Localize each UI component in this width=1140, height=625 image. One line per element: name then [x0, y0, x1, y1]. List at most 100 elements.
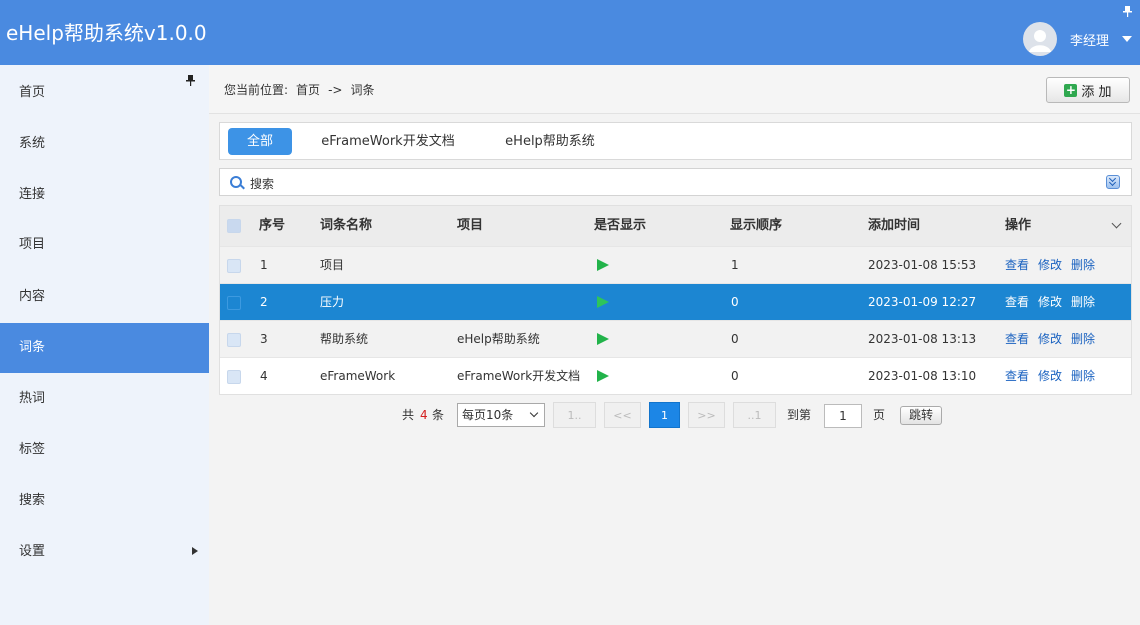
- edit-link[interactable]: 修改: [1038, 258, 1062, 272]
- tab-ehelp-system[interactable]: eHelp帮助系统: [490, 128, 610, 155]
- table-row[interactable]: 1 项目 1 2023-01-08 15:53 查看 修改 删除: [220, 247, 1131, 284]
- column-header-time: 添加时间: [868, 218, 921, 233]
- row-actions: 查看 修改 删除: [1005, 358, 1104, 394]
- user-menu[interactable]: 李经理: [1022, 22, 1132, 56]
- table-row[interactable]: 2 压力 0 2023-01-09 12:27 查看 修改 删除: [220, 284, 1131, 321]
- sidebar-item-search[interactable]: 搜索: [0, 476, 209, 526]
- sidebar-item-tag[interactable]: 标签: [0, 425, 209, 475]
- delete-link[interactable]: 删除: [1071, 258, 1095, 272]
- edit-link[interactable]: 修改: [1038, 369, 1062, 383]
- row-order: 0: [731, 369, 739, 383]
- row-time: 2023-01-08 13:10: [868, 369, 977, 383]
- next-page-button[interactable]: >>: [688, 402, 725, 428]
- sidebar-item-hotword[interactable]: 热词: [0, 374, 209, 424]
- row-name: 项目: [320, 258, 345, 272]
- column-header-no: 序号: [259, 218, 286, 233]
- row-checkbox[interactable]: [227, 296, 241, 310]
- edit-link[interactable]: 修改: [1038, 332, 1062, 346]
- row-no: 2: [260, 295, 268, 309]
- breadcrumb: 您当前位置: 首页 -> 词条: [224, 81, 382, 98]
- breadcrumb-prefix: 您当前位置:: [224, 83, 289, 97]
- sidebar-item-entry[interactable]: 词条: [0, 323, 209, 373]
- main-content: 您当前位置: 首页 -> 词条 + 添 加 全部 eFrameWork开发文档 eHe…: [209, 65, 1140, 625]
- user-name[interactable]: 李经理: [1070, 30, 1109, 49]
- search-icon: [230, 176, 242, 188]
- plus-icon: +: [1064, 82, 1078, 97]
- goto-page-input[interactable]: 1: [824, 404, 862, 428]
- pin-icon[interactable]: [1123, 6, 1132, 19]
- search-label: 搜索: [250, 177, 275, 191]
- chevron-down-icon[interactable]: [1111, 218, 1122, 229]
- sidebar-item-home[interactable]: 首页: [0, 68, 209, 118]
- view-link[interactable]: 查看: [1005, 369, 1029, 383]
- view-link[interactable]: 查看: [1005, 258, 1029, 272]
- prev-page-button[interactable]: <<: [604, 402, 641, 428]
- page-size-select[interactable]: 每页10条: [457, 403, 545, 427]
- table-row[interactable]: 3 帮助系统 eHelp帮助系统 0 2023-01-08 13:13 查看 修改…: [220, 321, 1131, 358]
- page-unit-label: 页: [873, 408, 886, 422]
- sidebar-item-label: 设置: [19, 544, 46, 559]
- row-checkbox[interactable]: [227, 333, 241, 347]
- row-time: 2023-01-09 12:27: [868, 295, 977, 309]
- table-row[interactable]: 4 eFrameWork eFrameWork开发文档 0 2023-01-08…: [220, 358, 1131, 394]
- column-header-name: 词条名称: [320, 218, 373, 233]
- topbar: 您当前位置: 首页 -> 词条 + 添 加: [209, 65, 1140, 114]
- sidebar-item-content[interactable]: 内容: [0, 272, 209, 322]
- column-header-project: 项目: [457, 218, 484, 233]
- sidebar-item-project[interactable]: 项目: [0, 220, 209, 270]
- row-checkbox[interactable]: [227, 259, 241, 273]
- add-button[interactable]: + 添 加: [1046, 77, 1130, 103]
- row-actions: 查看 修改 删除: [1005, 247, 1104, 283]
- play-icon[interactable]: [597, 370, 609, 382]
- view-link[interactable]: 查看: [1005, 295, 1029, 309]
- pager-total-suffix: 条: [432, 408, 445, 422]
- play-icon[interactable]: [597, 333, 609, 345]
- edit-link[interactable]: 修改: [1038, 295, 1062, 309]
- row-order: 0: [731, 332, 739, 346]
- play-icon[interactable]: [597, 259, 609, 271]
- first-page-button[interactable]: 1..: [553, 402, 596, 428]
- delete-link[interactable]: 删除: [1071, 332, 1095, 346]
- pager-total-count: 4: [420, 408, 428, 422]
- delete-link[interactable]: 删除: [1071, 295, 1095, 309]
- row-order: 1: [731, 258, 739, 272]
- row-actions: 查看 修改 删除: [1005, 284, 1104, 320]
- expand-icon[interactable]: [1106, 175, 1120, 189]
- tab-all[interactable]: 全部: [228, 128, 292, 155]
- project-tabs: 全部 eFrameWork开发文档 eHelp帮助系统: [219, 122, 1132, 160]
- user-icon: [1028, 30, 1051, 52]
- row-order: 0: [731, 295, 739, 309]
- page-1-button[interactable]: 1: [649, 402, 680, 428]
- row-no: 4: [260, 369, 268, 383]
- tab-eframework-docs[interactable]: eFrameWork开发文档: [308, 128, 468, 155]
- play-icon[interactable]: [597, 296, 609, 308]
- chevron-down-icon[interactable]: [1122, 36, 1132, 42]
- column-header-order: 显示顺序: [730, 218, 783, 233]
- delete-link[interactable]: 删除: [1071, 369, 1095, 383]
- select-all-checkbox[interactable]: [227, 219, 241, 233]
- last-page-button[interactable]: ..1: [733, 402, 776, 428]
- row-checkbox[interactable]: [227, 370, 241, 384]
- column-header-shown: 是否显示: [594, 218, 647, 233]
- search-bar[interactable]: 搜索: [219, 168, 1132, 196]
- app-title: eHelp帮助系统v1.0.0: [6, 21, 207, 45]
- sidebar-item-settings[interactable]: 设置: [0, 527, 209, 577]
- row-actions: 查看 修改 删除: [1005, 321, 1104, 357]
- column-header-actions: 操作: [1005, 218, 1032, 233]
- sidebar-item-connection[interactable]: 连接: [0, 170, 209, 220]
- jump-button[interactable]: 跳转: [900, 406, 942, 425]
- sidebar-item-system[interactable]: 系统: [0, 119, 209, 169]
- breadcrumb-current: 词条: [350, 83, 375, 97]
- avatar[interactable]: [1022, 22, 1057, 56]
- view-link[interactable]: 查看: [1005, 332, 1029, 346]
- row-project: eHelp帮助系统: [457, 332, 540, 346]
- row-no: 1: [260, 258, 268, 272]
- breadcrumb-separator: ->: [328, 83, 343, 97]
- row-time: 2023-01-08 15:53: [868, 258, 977, 272]
- pager-total-prefix: 共: [402, 408, 415, 422]
- breadcrumb-home[interactable]: 首页: [296, 83, 320, 97]
- row-time: 2023-01-08 13:13: [868, 332, 977, 346]
- row-no: 3: [260, 332, 268, 346]
- row-name: 压力: [320, 295, 345, 309]
- sidebar: 首页 系统 连接 项目 内容 词条 热词 标签 搜索 设置: [0, 65, 209, 625]
